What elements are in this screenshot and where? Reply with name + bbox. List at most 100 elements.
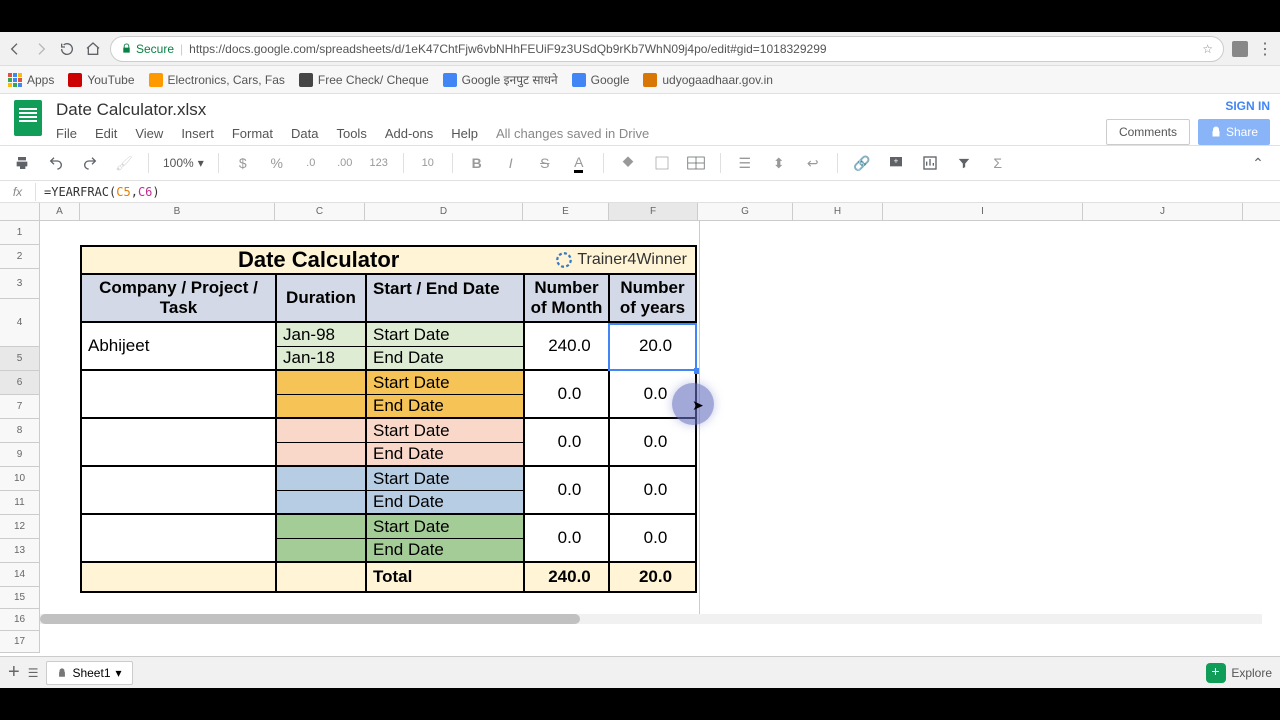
col-header-D[interactable]: D	[365, 203, 523, 220]
signin-link[interactable]: SIGN IN	[1225, 99, 1270, 113]
row-header-17[interactable]: 17	[0, 631, 40, 653]
row-header-5[interactable]: 5	[0, 347, 40, 371]
font-size[interactable]: 10	[418, 153, 438, 173]
bookmark-udyog[interactable]: udyogaadhaar.gov.in	[643, 73, 773, 87]
bold-icon[interactable]: B	[467, 153, 487, 173]
row-header-4[interactable]: 4	[0, 299, 40, 347]
row-header-9[interactable]: 9	[0, 443, 40, 467]
fill-color-icon[interactable]	[618, 153, 638, 173]
h-align-icon[interactable]: ☰	[735, 153, 755, 173]
header-startend: Start / End Date	[365, 275, 523, 323]
add-sheet-button[interactable]: +	[8, 661, 20, 684]
menu-data[interactable]: Data	[291, 126, 318, 141]
extension-icon[interactable]	[1232, 41, 1248, 57]
comments-button[interactable]: Comments	[1106, 119, 1190, 145]
zoom-select[interactable]: 100% ▾	[163, 156, 204, 170]
col-header-G[interactable]: G	[698, 203, 793, 220]
link-icon[interactable]: 🔗	[852, 153, 872, 173]
bookmarks-bar: Apps YouTube Electronics, Cars, Fas Free…	[0, 66, 1280, 94]
data-group-1: Abhijeet Jan-98 Jan-18 Start Date End Da…	[80, 323, 697, 371]
row-header-11[interactable]: 11	[0, 491, 40, 515]
functions-icon[interactable]: Σ	[988, 153, 1008, 173]
col-header-C[interactable]: C	[275, 203, 365, 220]
row-header-7[interactable]: 7	[0, 395, 40, 419]
menu-icon[interactable]: ⋮	[1256, 40, 1274, 58]
chart-icon[interactable]	[920, 153, 940, 173]
row-header-8[interactable]: 8	[0, 419, 40, 443]
bookmark-electronics[interactable]: Electronics, Cars, Fas	[149, 73, 285, 87]
bookmark-google-input[interactable]: Google इनपुट साधने	[443, 71, 558, 88]
url-bar[interactable]: Secure | https://docs.google.com/spreads…	[110, 36, 1224, 62]
menu-insert[interactable]: Insert	[181, 126, 214, 141]
print-icon[interactable]	[12, 153, 32, 173]
col-header-H[interactable]: H	[793, 203, 883, 220]
merge-icon[interactable]	[686, 153, 706, 173]
redo-icon[interactable]	[80, 153, 100, 173]
menu-file[interactable]: File	[56, 126, 77, 141]
sheet-dropdown-icon[interactable]: ▾	[116, 666, 122, 680]
menu-help[interactable]: Help	[451, 126, 478, 141]
paint-format-icon[interactable]: 🖌	[114, 153, 134, 173]
menu-view[interactable]: View	[135, 126, 163, 141]
comment-icon[interactable]: +	[886, 153, 906, 173]
decimal-dec-icon[interactable]: .0	[301, 153, 321, 173]
italic-icon[interactable]: I	[501, 153, 521, 173]
menu-format[interactable]: Format	[232, 126, 273, 141]
row-header-2[interactable]: 2	[0, 245, 40, 269]
reload-icon[interactable]	[58, 40, 76, 58]
undo-icon[interactable]	[46, 153, 66, 173]
row-header-6[interactable]: 6	[0, 371, 40, 395]
decimal-inc-icon[interactable]: .00	[335, 153, 355, 173]
col-header-A[interactable]: A	[40, 203, 80, 220]
filter-icon[interactable]	[954, 153, 974, 173]
browser-nav-bar: Secure | https://docs.google.com/spreads…	[0, 32, 1280, 66]
menu-edit[interactable]: Edit	[95, 126, 117, 141]
row-header-10[interactable]: 10	[0, 467, 40, 491]
all-sheets-button[interactable]: ☰	[28, 666, 39, 680]
col-header-J[interactable]: J	[1083, 203, 1243, 220]
sheets-header: Date Calculator.xlsx File Edit View Inse…	[0, 94, 1280, 145]
header-years: Number of years	[608, 275, 697, 323]
data-group-5: Start Date End Date 0.0 0.0	[80, 515, 697, 563]
sheet-tab-sheet1[interactable]: Sheet1 ▾	[46, 661, 132, 685]
v-align-icon[interactable]: ⬍	[769, 153, 789, 173]
row-header-1[interactable]: 1	[0, 221, 40, 245]
sheets-logo-icon[interactable]	[8, 98, 48, 138]
row-header-16[interactable]: 16	[0, 609, 40, 631]
col-header-B[interactable]: B	[80, 203, 275, 220]
row-header-12[interactable]: 12	[0, 515, 40, 539]
bookmark-freecheck[interactable]: Free Check/ Cheque	[299, 73, 429, 87]
text-color-icon[interactable]: A	[569, 153, 589, 173]
bookmark-youtube[interactable]: YouTube	[68, 73, 134, 87]
col-header-I[interactable]: I	[883, 203, 1083, 220]
bookmark-apps[interactable]: Apps	[8, 73, 54, 87]
explore-button[interactable]: Explore	[1206, 663, 1272, 683]
strike-icon[interactable]: S	[535, 153, 555, 173]
horizontal-scrollbar[interactable]	[40, 614, 1262, 624]
doc-title[interactable]: Date Calculator.xlsx	[56, 98, 1106, 122]
menu-tools[interactable]: Tools	[336, 126, 366, 141]
home-icon[interactable]	[84, 40, 102, 58]
row-header-13[interactable]: 13	[0, 539, 40, 563]
row-header-14[interactable]: 14	[0, 563, 40, 587]
percent-icon[interactable]: %	[267, 153, 287, 173]
back-icon[interactable]	[6, 40, 24, 58]
col-header-F[interactable]: F	[609, 203, 698, 220]
collapse-icon[interactable]: ⌃	[1248, 153, 1268, 173]
forward-icon[interactable]	[32, 40, 50, 58]
row-header-15[interactable]: 15	[0, 587, 40, 609]
borders-icon[interactable]	[652, 153, 672, 173]
formula-input[interactable]: =YEARFRAC(C5,C6)	[36, 185, 160, 199]
header-months: Number of Month	[523, 275, 608, 323]
col-header-E[interactable]: E	[523, 203, 609, 220]
currency-icon[interactable]: $	[233, 153, 253, 173]
select-all-corner[interactable]	[0, 203, 40, 220]
menu-addons[interactable]: Add-ons	[385, 126, 433, 141]
bookmark-star-icon[interactable]: ☆	[1202, 42, 1213, 56]
spreadsheet-grid[interactable]: A B C D E F G H I J 1 2 3 4 5 6 7 8 9 10	[0, 203, 1280, 656]
number-format-icon[interactable]: 123	[369, 153, 389, 173]
bookmark-google[interactable]: Google	[572, 73, 630, 87]
wrap-icon[interactable]: ↩	[803, 153, 823, 173]
row-header-3[interactable]: 3	[0, 269, 40, 299]
share-button[interactable]: Share	[1198, 119, 1270, 145]
